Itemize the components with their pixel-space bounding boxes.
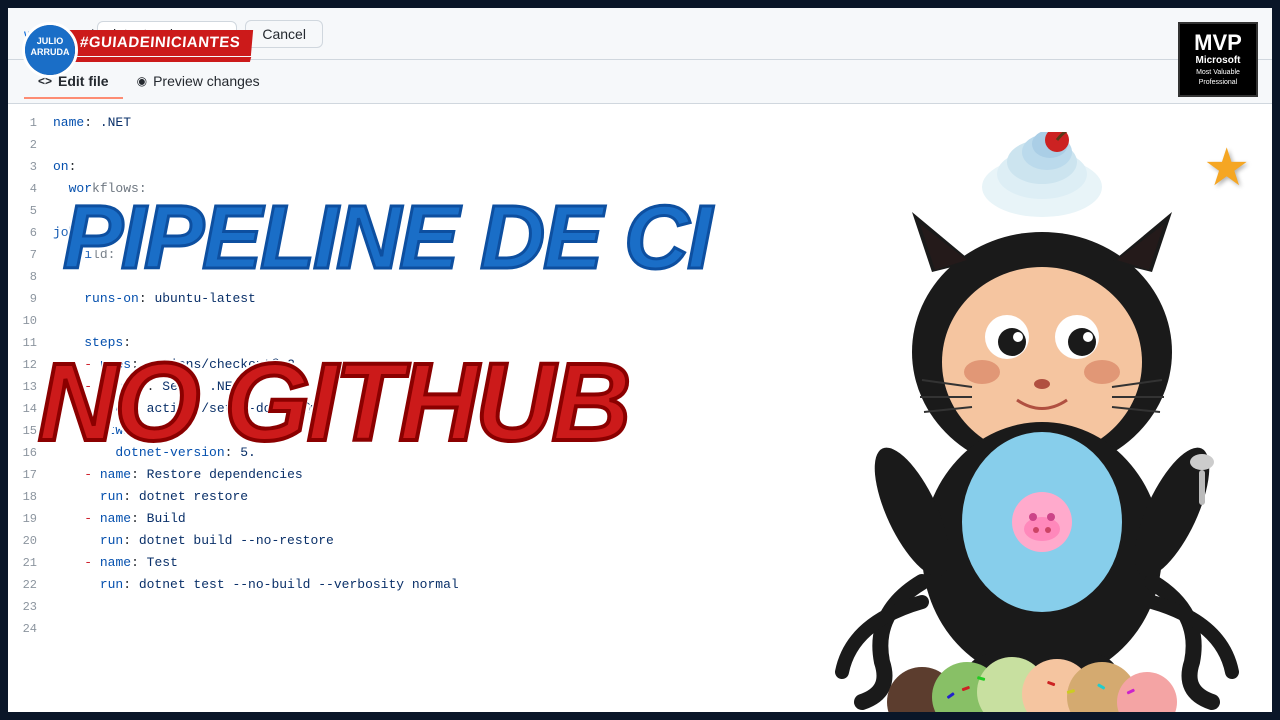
mvp-microsoft: Microsoft <box>1196 55 1241 66</box>
avatar: JULIO ARRUDA <box>22 22 78 78</box>
octocat-svg <box>772 132 1272 712</box>
hashtag-text: #GUIADEINICIANTES <box>79 34 241 51</box>
avatar-inner: JULIO ARRUDA <box>25 25 75 75</box>
gold-star: ★ <box>1203 138 1250 198</box>
mvp-badge: MVP Microsoft Most ValuableProfessional <box>1178 22 1258 97</box>
mvp-subtitle: Most ValuableProfessional <box>1196 68 1240 86</box>
table-row: 1 name: .NET <box>8 112 1272 134</box>
hashtag-underline <box>68 57 252 62</box>
eye-icon: ◉ <box>137 74 147 88</box>
editor-toolbar: <> Edit file ◉ Preview changes Spaces <box>8 60 1272 104</box>
preview-changes-label: Preview changes <box>153 73 260 89</box>
octocat-character <box>772 132 1272 712</box>
avatar-container: JULIO ARRUDA <box>22 22 78 78</box>
main-content: workflows / Cancel <> Edit file ◉ Previe… <box>8 8 1272 712</box>
svg-text:JULIO: JULIO <box>37 36 64 46</box>
cancel-button[interactable]: Cancel <box>245 20 323 48</box>
tab-preview-changes[interactable]: ◉ Preview changes <box>123 65 274 99</box>
svg-text:ARRUDA: ARRUDA <box>31 47 70 57</box>
hashtag-banner: #GUIADEINICIANTES <box>59 30 253 56</box>
mvp-title: MVP <box>1194 32 1242 54</box>
